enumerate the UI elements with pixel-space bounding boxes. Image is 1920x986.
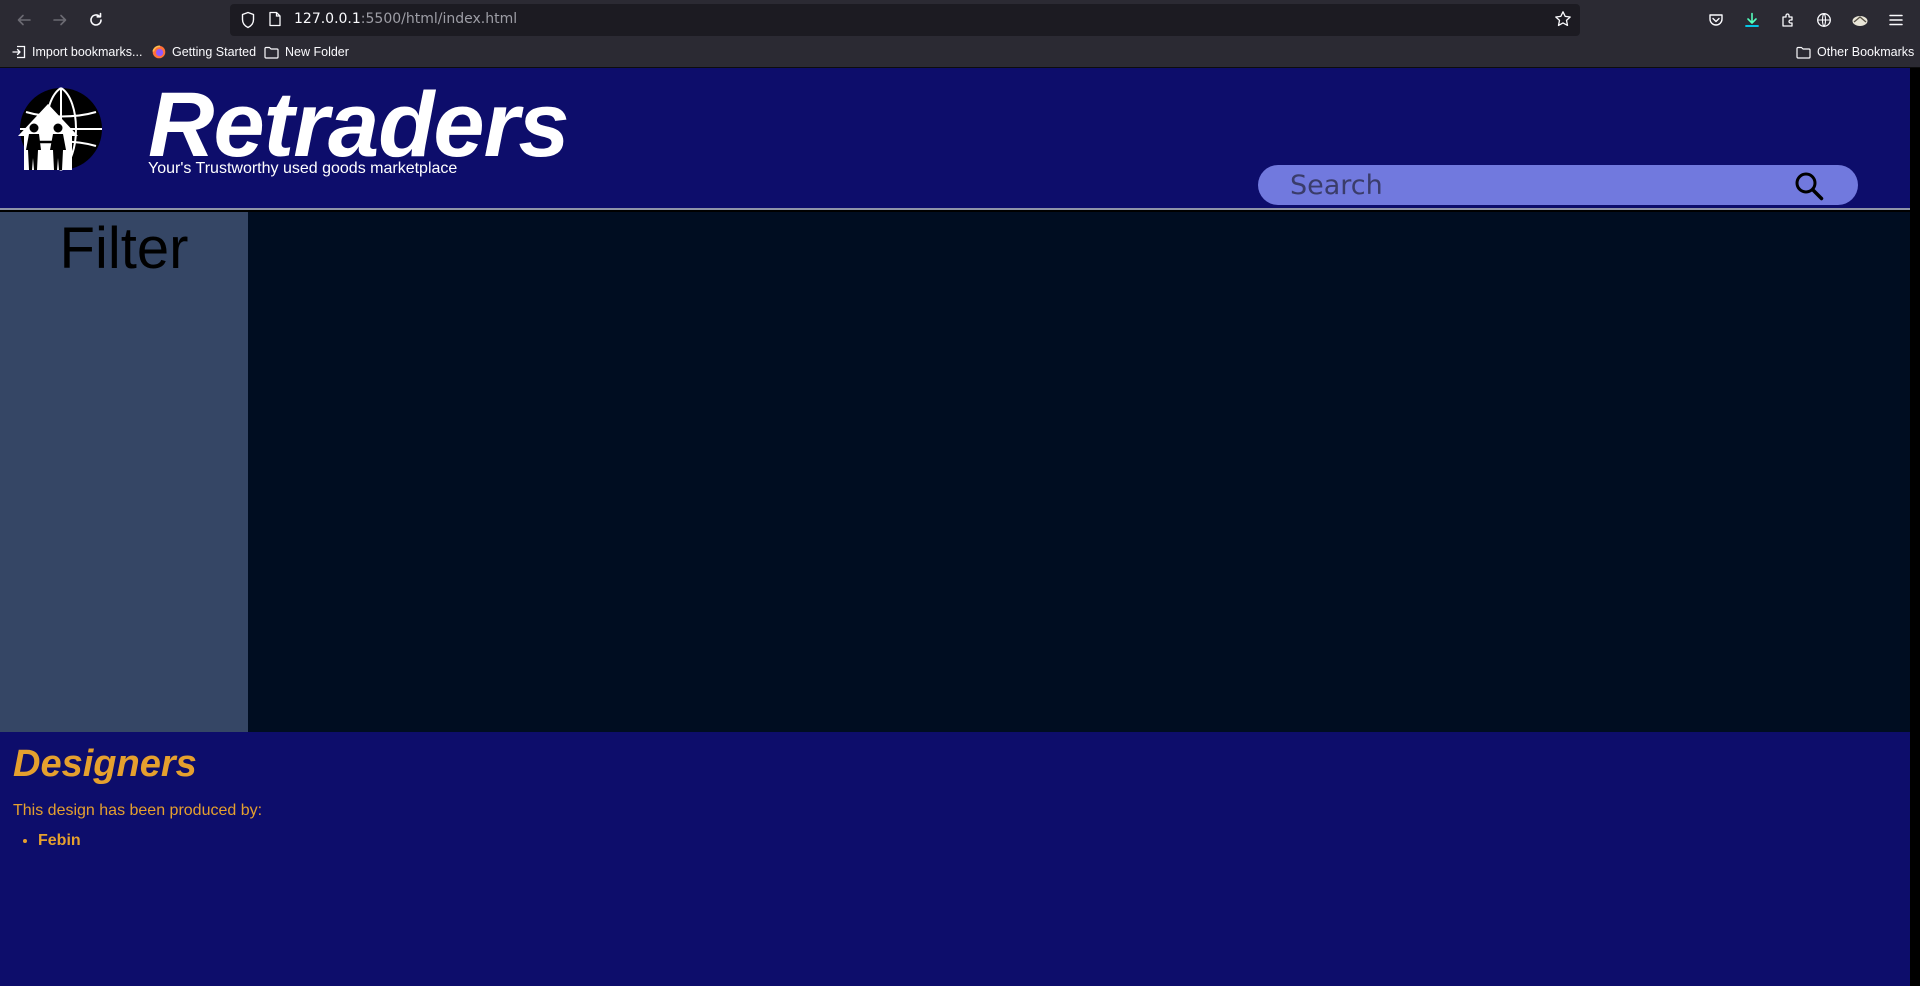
main-content bbox=[248, 212, 1910, 732]
shield-icon[interactable] bbox=[240, 11, 256, 29]
avatar-icon bbox=[1852, 16, 1868, 26]
globe-house-people-logo bbox=[18, 87, 102, 171]
folder-icon bbox=[1796, 46, 1811, 59]
account-button[interactable] bbox=[1848, 8, 1872, 32]
bookmark-new-folder[interactable]: New Folder bbox=[264, 45, 349, 59]
filter-sidebar: Filter bbox=[0, 212, 248, 732]
site-header: Retraders Your's Trustworthy used goods … bbox=[0, 68, 1910, 210]
reload-button[interactable] bbox=[84, 8, 108, 32]
url-host: 127.0.0.1 bbox=[294, 11, 361, 27]
bookmark-label: New Folder bbox=[285, 45, 349, 59]
search-bar bbox=[1258, 165, 1858, 205]
hamburger-icon bbox=[1889, 14, 1903, 26]
footer-text: This design has been produced by: bbox=[13, 802, 263, 819]
import-icon bbox=[12, 45, 26, 59]
other-bookmarks[interactable]: Other Bookmarks bbox=[1796, 45, 1914, 59]
address-bar[interactable]: 127.0.0.1:5500/html/index.html bbox=[230, 4, 1580, 36]
downloads-button[interactable] bbox=[1740, 8, 1764, 32]
pocket-icon bbox=[1709, 14, 1723, 26]
firefox-icon bbox=[152, 45, 166, 59]
star-icon[interactable] bbox=[1554, 10, 1572, 28]
forward-button[interactable] bbox=[48, 8, 72, 32]
search-button[interactable] bbox=[1792, 169, 1826, 203]
puzzle-icon bbox=[1782, 13, 1793, 27]
page-edge bbox=[1910, 68, 1920, 986]
site-footer: Designers This design has been produced … bbox=[0, 732, 1910, 986]
designers-list: Febin bbox=[38, 832, 81, 850]
folder-icon bbox=[264, 46, 279, 59]
arrow-right-icon bbox=[53, 14, 67, 26]
back-button[interactable] bbox=[12, 8, 36, 32]
download-icon bbox=[1745, 12, 1759, 27]
bookmark-label: Getting Started bbox=[172, 45, 257, 59]
magnifier-icon bbox=[1795, 172, 1824, 201]
bookmark-label: Import bookmarks... bbox=[32, 45, 143, 59]
web-page: Retraders Your's Trustworthy used goods … bbox=[0, 68, 1920, 986]
url-path: :5500/html/index.html bbox=[360, 11, 518, 27]
site-tagline: Your's Trustworthy used goods marketplac… bbox=[148, 160, 458, 177]
filter-title: Filter bbox=[59, 216, 189, 281]
footer-title: Designers bbox=[13, 743, 197, 785]
reload-icon bbox=[90, 12, 102, 26]
pocket-button[interactable] bbox=[1704, 8, 1728, 32]
url-text[interactable]: 127.0.0.1:5500/html/index.html bbox=[294, 11, 517, 27]
browser-toolbar: 127.0.0.1:5500/html/index.html bbox=[0, 0, 1920, 40]
bookmark-getting-started[interactable]: Getting Started bbox=[152, 45, 256, 59]
other-bookmarks-label: Other Bookmarks bbox=[1817, 45, 1915, 59]
globe-icon bbox=[1817, 13, 1831, 27]
search-input[interactable] bbox=[1258, 165, 1778, 205]
menu-button[interactable] bbox=[1884, 8, 1908, 32]
bookmarks-toolbar: Import bookmarks... Getting Started New … bbox=[0, 40, 1920, 68]
bookmark-import[interactable]: Import bookmarks... bbox=[12, 45, 142, 59]
vpn-button[interactable] bbox=[1812, 8, 1836, 32]
page-icon bbox=[269, 11, 281, 27]
arrow-left-icon bbox=[17, 14, 31, 26]
list-item: Febin bbox=[38, 832, 81, 850]
extensions-button[interactable] bbox=[1776, 8, 1800, 32]
